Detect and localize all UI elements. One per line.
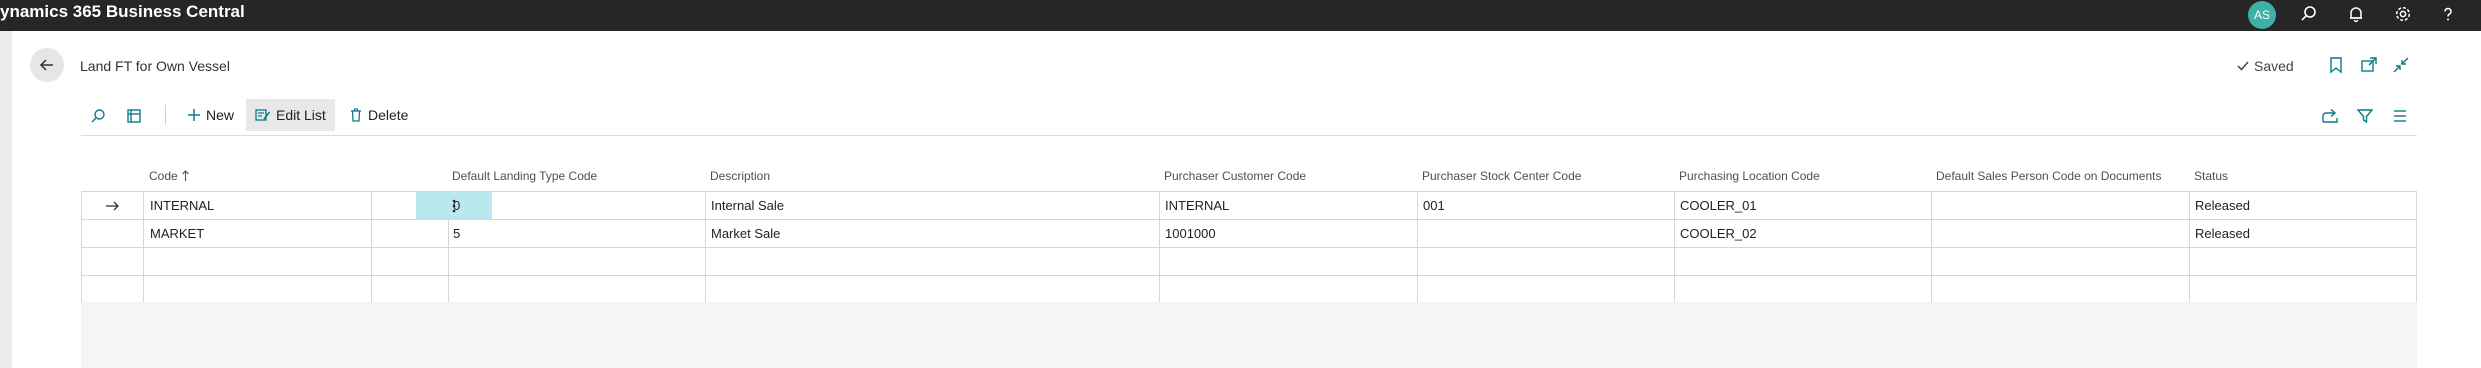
column-header-purchaser-stock-center-code[interactable]: Purchaser Stock Center Code: [1422, 169, 1581, 183]
trash-icon: [351, 108, 361, 122]
search-icon[interactable]: [87, 105, 109, 127]
cell-landing-type[interactable]: 5: [453, 220, 460, 247]
column-header-purchaser-customer-code[interactable]: Purchaser Customer Code: [1164, 169, 1306, 183]
settings-gear-icon[interactable]: [2389, 2, 2417, 26]
cell-status[interactable]: Released: [2195, 220, 2250, 247]
back-arrow-icon: [39, 59, 53, 71]
help-icon[interactable]: [2434, 2, 2462, 26]
column-header-default-sales-person-code[interactable]: Default Sales Person Code on Documents: [1936, 169, 2161, 183]
checkmark-icon: [2237, 61, 2249, 71]
action-separator: [165, 105, 166, 125]
cell-code[interactable]: MARKET: [150, 220, 204, 247]
table-row[interactable]: INTERNAL 0 Internal Sale INTERNAL 001 CO…: [82, 192, 2416, 220]
column-header-status[interactable]: Status: [2194, 169, 2228, 183]
column-header-purchasing-location-code[interactable]: Purchasing Location Code: [1679, 169, 1820, 183]
edit-list-icon: [255, 109, 271, 121]
table-row-empty[interactable]: [82, 248, 2416, 276]
saved-label: Saved: [2254, 58, 2294, 74]
page-title: Land FT for Own Vessel: [80, 58, 230, 74]
edit-list-label: Edit List: [276, 107, 326, 123]
bookmark-icon[interactable]: [2325, 54, 2347, 76]
cell-description[interactable]: Internal Sale: [711, 192, 784, 219]
cell-location[interactable]: COOLER_01: [1680, 192, 1757, 219]
delete-label: Delete: [368, 107, 409, 123]
cell-code[interactable]: INTERNAL: [150, 192, 214, 219]
table-row-empty[interactable]: [82, 276, 2416, 304]
row-arrow-icon: [106, 201, 119, 211]
user-avatar[interactable]: AS: [2248, 1, 2276, 29]
filter-icon[interactable]: [2354, 105, 2376, 127]
column-header-default-landing-type-code[interactable]: Default Landing Type Code: [452, 169, 597, 183]
sort-ascending-icon: [182, 170, 189, 181]
app-title[interactable]: ynamics 365 Business Central: [0, 0, 245, 31]
cell-customer[interactable]: 1001000: [1165, 220, 1216, 247]
new-button[interactable]: New: [178, 99, 243, 131]
edit-list-button[interactable]: Edit List: [246, 99, 335, 131]
data-grid: INTERNAL 0 Internal Sale INTERNAL 001 CO…: [81, 191, 2417, 303]
action-bar: New Edit List Delete: [81, 95, 2417, 136]
open-new-window-icon[interactable]: [2358, 54, 2380, 76]
column-header-code[interactable]: Code: [149, 169, 190, 183]
cell-location[interactable]: COOLER_02: [1680, 220, 1757, 247]
top-app-bar: ynamics 365 Business Central AS: [0, 0, 2481, 31]
cell-description[interactable]: Market Sale: [711, 220, 780, 247]
new-label: New: [206, 107, 235, 123]
delete-button[interactable]: Delete: [340, 99, 417, 131]
list-view-icon[interactable]: [2389, 105, 2411, 127]
empty-list-area: [81, 302, 2417, 368]
cell-customer[interactable]: INTERNAL: [1165, 192, 1229, 219]
column-header-description[interactable]: Description: [710, 169, 770, 183]
search-icon[interactable]: [2295, 2, 2323, 26]
share-icon[interactable]: [2319, 105, 2341, 127]
cell-landing-type[interactable]: 0: [453, 192, 460, 219]
left-edge-panel: [0, 31, 12, 368]
column-header-code-label: Code: [149, 169, 178, 183]
saved-status: Saved: [2236, 58, 2294, 74]
tablet-view-icon[interactable]: [123, 105, 145, 127]
back-button[interactable]: [30, 48, 64, 82]
bell-icon[interactable]: [2342, 2, 2370, 26]
cell-status[interactable]: Released: [2195, 192, 2250, 219]
collapse-icon[interactable]: [2390, 54, 2412, 76]
table-row[interactable]: MARKET 5 Market Sale 1001000 COOLER_02 R…: [82, 220, 2416, 248]
cell-stock-center[interactable]: 001: [1423, 192, 1445, 219]
plus-icon: [188, 109, 200, 121]
